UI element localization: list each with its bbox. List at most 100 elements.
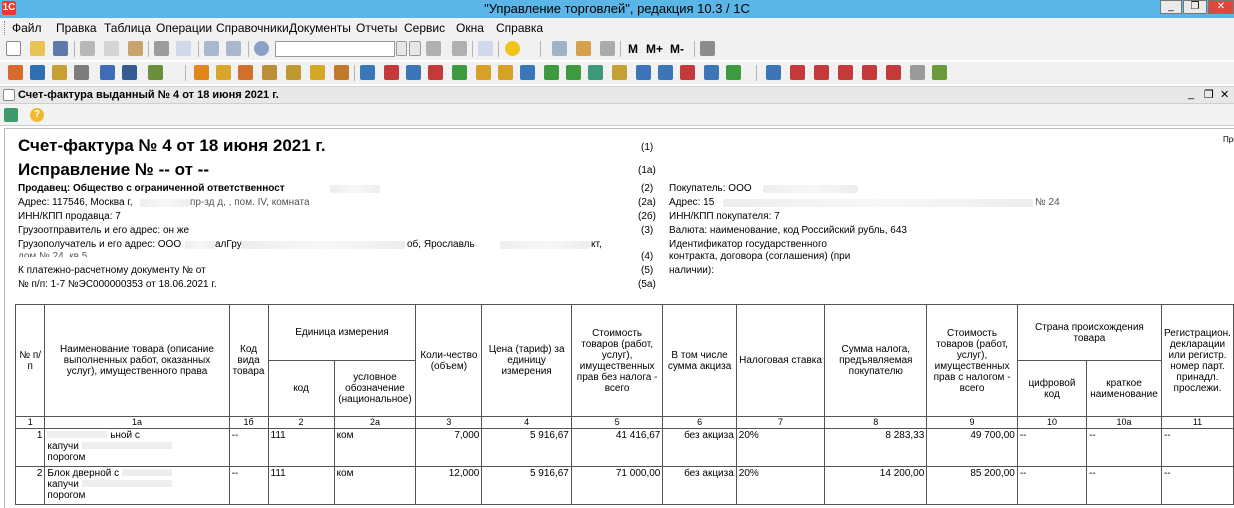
open-folder-icon[interactable] [30, 41, 45, 56]
table-red-3-icon[interactable] [838, 65, 853, 80]
print-preview-icon[interactable] [176, 41, 191, 56]
list-icon[interactable] [910, 65, 925, 80]
find-next-icon[interactable] [426, 41, 441, 56]
doc-red-1-icon[interactable] [384, 65, 399, 80]
menu-file[interactable]: Файл [12, 21, 42, 35]
return-icon[interactable] [334, 65, 349, 80]
table-row[interactable]: 2 Блок дверной с капучи порогом -- 111 к… [14, 466, 1234, 505]
calculator-icon[interactable] [552, 41, 567, 56]
doc-blue-1-icon[interactable] [360, 65, 375, 80]
table-icon[interactable] [766, 65, 781, 80]
menu-operations[interactable]: Операции [156, 21, 212, 35]
table-red-1-icon[interactable] [790, 65, 805, 80]
redacted-text [330, 185, 380, 193]
cash-icon[interactable] [498, 65, 513, 80]
print-doc-icon[interactable] [704, 65, 719, 80]
row-name: ьной с капучи порогом [44, 428, 230, 467]
doc-green-1-icon[interactable] [452, 65, 467, 80]
find-icon[interactable] [254, 41, 269, 56]
edit-doc-icon[interactable] [612, 65, 627, 80]
minimize-button[interactable]: _ [1160, 0, 1182, 14]
inventory-icon[interactable] [262, 65, 277, 80]
menu-grip [4, 21, 7, 35]
doc-red-2-icon[interactable] [428, 65, 443, 80]
settings-icon[interactable] [700, 41, 715, 56]
chevron-down-icon[interactable] [396, 41, 407, 56]
cut-icon[interactable] [80, 41, 95, 56]
cancel-doc-icon[interactable] [680, 65, 695, 80]
undo-icon[interactable] [204, 41, 219, 56]
goods-sale-icon[interactable] [216, 65, 231, 80]
doc-close-button[interactable]: ✕ [1220, 88, 1229, 101]
col-number: 4 [481, 416, 572, 429]
calendar-icon[interactable] [576, 41, 591, 56]
consignee-line: Грузополучатель и его адрес: ООО [18, 239, 182, 250]
table-red-5-icon[interactable] [886, 65, 901, 80]
clear-search-icon[interactable] [409, 41, 421, 56]
memory-minus-button[interactable]: M- [670, 42, 684, 56]
paste-icon[interactable] [128, 41, 143, 56]
register-icon[interactable] [52, 65, 67, 80]
invoice-correction: Исправление № -- от -- [18, 160, 209, 179]
chart-icon[interactable] [148, 65, 163, 80]
redo-icon[interactable] [226, 41, 241, 56]
excel-icon[interactable] [726, 65, 741, 80]
transfer-icon[interactable] [310, 65, 325, 80]
windows-list-icon[interactable] [478, 41, 493, 56]
catalog-icon[interactable] [8, 65, 23, 80]
menu-documents[interactable]: Документы [289, 21, 351, 35]
table-red-4-icon[interactable] [862, 65, 877, 80]
row-rate: 20% [735, 466, 826, 505]
np-line: № п/п: 1-7 №ЭС000000353 от 18.06.2021 г. [18, 279, 217, 290]
menu-bar: Файл Правка Таблица Операции Справочники… [0, 18, 1234, 38]
approve-icon[interactable] [932, 65, 947, 80]
check-doc-icon[interactable] [636, 65, 651, 80]
header-unit-code: код [267, 360, 335, 417]
search-input[interactable] [275, 41, 395, 57]
code-3: (3) [641, 225, 654, 236]
warehouse-icon[interactable] [286, 65, 301, 80]
journal-icon[interactable] [30, 65, 45, 80]
menu-directories[interactable]: Справочники [216, 21, 289, 35]
doc-restore-button[interactable]: ❐ [1204, 88, 1214, 101]
seller-inn: ИНН/КПП продавца: 7 [18, 211, 121, 222]
add-doc-icon[interactable] [588, 65, 603, 80]
menu-windows[interactable]: Окна [456, 21, 484, 35]
table-row[interactable]: 1 ьной с капучи порогом -- 111 ком 7,000… [14, 428, 1234, 467]
report-doc-icon[interactable] [658, 65, 673, 80]
memory-button[interactable]: M [628, 42, 638, 56]
goods-receipt-icon[interactable] [194, 65, 209, 80]
users-icon[interactable] [100, 65, 115, 80]
order-icon[interactable] [238, 65, 253, 80]
menu-edit[interactable]: Правка [56, 21, 97, 35]
find-prev-icon[interactable] [452, 41, 467, 56]
table-red-2-icon[interactable] [814, 65, 829, 80]
receipt-icon[interactable] [566, 65, 581, 80]
money-icon[interactable] [476, 65, 491, 80]
help-icon[interactable]: ? [30, 108, 44, 122]
print-icon[interactable] [154, 41, 169, 56]
restore-button[interactable]: ❐ [1183, 0, 1207, 14]
menu-help[interactable]: Справка [496, 21, 543, 35]
save-icon[interactable] [53, 41, 68, 56]
menu-reports[interactable]: Отчеты [356, 21, 397, 35]
bank-icon[interactable] [520, 65, 535, 80]
operations-toolbar [0, 62, 1234, 84]
memory-plus-button[interactable]: M+ [646, 42, 663, 56]
payment-icon[interactable] [544, 65, 559, 80]
row-name-line-2: капучи [47, 479, 79, 490]
clipboard-icon[interactable] [600, 41, 615, 56]
new-document-icon[interactable] [6, 41, 21, 56]
camera-icon[interactable] [4, 108, 18, 122]
info-icon[interactable] [505, 41, 520, 56]
doc-blue-2-icon[interactable] [406, 65, 421, 80]
close-button[interactable]: ✕ [1208, 0, 1234, 14]
printer-icon[interactable] [74, 65, 89, 80]
contacts-icon[interactable] [122, 65, 137, 80]
row-total: 49 700,00 [926, 428, 1018, 467]
copy-icon[interactable] [104, 41, 119, 56]
menu-service[interactable]: Сервис [404, 21, 445, 35]
row-name-line-3: порогом [47, 452, 86, 463]
doc-minimize-button[interactable]: _ [1188, 88, 1194, 100]
menu-table[interactable]: Таблица [104, 21, 151, 35]
